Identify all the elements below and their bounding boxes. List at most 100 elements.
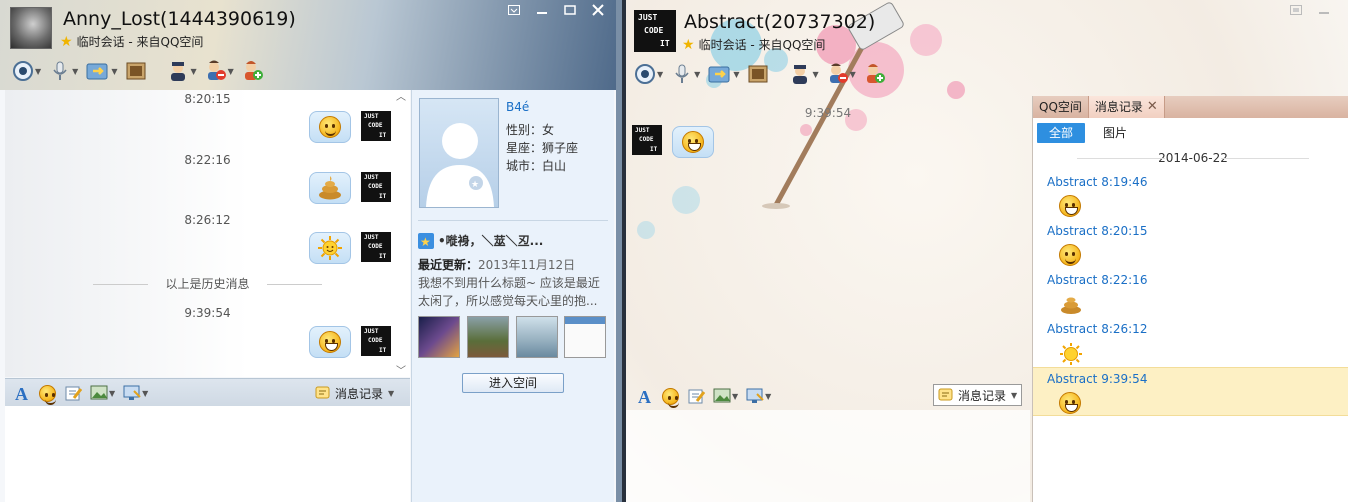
update-line: 最近更新：2013年11月12日 <box>418 256 575 273</box>
screen-frame-button[interactable] <box>123 57 149 85</box>
maximize-button[interactable] <box>556 0 584 20</box>
skin-icon[interactable] <box>1282 0 1310 20</box>
photo-thumbnail[interactable] <box>516 316 558 358</box>
sender-logo[interactable]: JUST CODE IT <box>361 172 391 202</box>
message-record-button[interactable]: 消息记录 ▼ <box>933 384 1023 406</box>
minimize-button[interactable] <box>1310 0 1338 20</box>
screenshot-button[interactable]: ▼ <box>744 382 773 410</box>
history-sender[interactable]: Abstract 8:26:12 <box>1047 322 1147 336</box>
contact-button[interactable]: ▼ <box>165 57 198 85</box>
sender-logo[interactable]: JUST CODE IT <box>361 232 391 262</box>
enter-space-button[interactable]: 进入空间 <box>462 373 564 393</box>
message-input[interactable] <box>5 406 410 502</box>
session-subtitle: ★ 临时会话 - 来自QQ空间 <box>60 33 203 50</box>
message-history-panel: QQ空间 消息记录 ✕ 全部 图片 2014-06-22 Abstract 8:… <box>1032 96 1348 502</box>
filter-all-button[interactable]: 全部 <box>1037 123 1085 143</box>
history-entry[interactable]: Abstract 8:20:15 <box>1033 220 1348 269</box>
video-call-icon <box>13 61 33 81</box>
collapse-down-icon[interactable]: ﹀ <box>396 362 406 377</box>
history-tabs: QQ空间 消息记录 ✕ <box>1033 96 1348 118</box>
message-time: 8:22:16 <box>184 153 231 167</box>
message-record-icon <box>938 388 953 401</box>
tab-qzone[interactable]: QQ空间 <box>1033 96 1088 118</box>
svg-text:A: A <box>638 387 651 405</box>
avatar[interactable] <box>10 7 52 49</box>
chat-history[interactable]: ︿ 8:20:15 JUST CODE IT 8:22:16 JUST CODE IT … <box>5 90 410 377</box>
send-file-button[interactable]: ▼ <box>84 57 119 85</box>
chat-history[interactable]: 9:39:54 JUST CODE IT <box>626 0 1030 380</box>
message-bubble[interactable] <box>309 111 351 143</box>
screen-frame-icon <box>126 62 146 80</box>
message-input[interactable] <box>626 410 1030 502</box>
emoji-icon <box>662 387 679 408</box>
sun-emoji-icon <box>1060 343 1082 365</box>
voice-call-icon <box>53 61 67 80</box>
window-controls <box>500 0 612 20</box>
svg-text:★: ★ <box>420 235 431 249</box>
photo-thumbnail[interactable] <box>418 316 460 358</box>
video-call-button[interactable]: ▼ <box>10 57 43 85</box>
font-button[interactable]: A <box>11 379 33 407</box>
window-header: Anny_Lost(1444390619) ★ 临时会话 - 来自QQ空间 ▼ … <box>0 0 616 90</box>
image-button[interactable]: ▼ <box>711 382 740 410</box>
photo-thumbnail[interactable] <box>467 316 509 358</box>
grin-emoji-icon <box>1059 392 1081 414</box>
profile-city: 城市：白山 <box>506 159 567 173</box>
space-title-text: •嘥裑，＼莁＼丒... <box>438 234 544 248</box>
message-record-button[interactable]: 消息记录 ▼ <box>311 382 398 404</box>
contact-name: Anny_Lost(1444390619) <box>63 8 296 30</box>
image-button[interactable]: ▼ <box>88 379 117 407</box>
sender-logo[interactable]: JUST CODE IT <box>361 111 391 141</box>
chat-window-anny: Anny_Lost(1444390619) ★ 临时会话 - 来自QQ空间 ▼ … <box>0 0 616 502</box>
photo-thumbnail[interactable] <box>564 316 606 358</box>
message-time: 9:39:54 <box>184 306 231 320</box>
history-entry[interactable]: Abstract 8:26:12 <box>1033 318 1348 367</box>
profile-name[interactable]: B4é <box>506 100 529 114</box>
message-record-label: 消息记录 <box>335 386 384 401</box>
emoji-button[interactable] <box>37 379 58 407</box>
voice-call-button[interactable]: ▼ <box>47 57 80 85</box>
update-text[interactable]: 我想不到用什么标题~ 应该是最近太闲了，所以感觉每天心里的抱... <box>418 274 606 310</box>
poop-emoji-icon <box>1061 297 1081 314</box>
note-button[interactable] <box>685 382 707 410</box>
remove-contact-icon <box>207 60 226 80</box>
minimize-button[interactable] <box>528 0 556 20</box>
add-contact-button[interactable] <box>240 57 266 85</box>
svg-text:★: ★ <box>471 180 479 190</box>
sender-logo[interactable]: JUST CODE IT <box>632 125 662 155</box>
profile-gender: 性别：女 <box>506 123 555 137</box>
format-tools: A ▼ ▼ <box>11 379 150 407</box>
font-button[interactable]: A <box>634 382 656 410</box>
history-entry[interactable]: Abstract 8:19:46 <box>1033 171 1348 220</box>
space-title[interactable]: ★ •嘥裑，＼莁＼丒... <box>418 232 543 249</box>
input-toolbar: A ▼ ▼ 消息记录 ▼ <box>5 378 410 406</box>
history-sender[interactable]: Abstract 8:20:15 <box>1047 224 1147 238</box>
history-sender[interactable]: Abstract 8:22:16 <box>1047 273 1147 287</box>
emoji-button[interactable] <box>660 382 681 410</box>
screenshot-icon <box>123 385 141 400</box>
profile-photo[interactable]: ★ <box>419 98 499 208</box>
update-date: 2013年11月12日 <box>478 258 576 272</box>
message-bubble[interactable] <box>672 126 714 158</box>
window-controls <box>1282 0 1338 20</box>
sender-logo[interactable]: JUST CODE IT <box>361 326 391 356</box>
history-entry-selected[interactable]: Abstract 9:39:54 <box>1033 367 1348 416</box>
message-bubble[interactable] <box>309 232 351 264</box>
remove-contact-button[interactable]: ▼ <box>203 57 236 85</box>
qzone-star-icon: ★ <box>418 232 434 249</box>
screenshot-button[interactable]: ▼ <box>121 379 150 407</box>
svg-text:A: A <box>15 384 28 402</box>
message-bubble[interactable] <box>309 326 351 358</box>
message-bubble[interactable] <box>309 172 351 204</box>
close-button[interactable] <box>584 0 612 20</box>
history-entry[interactable]: Abstract 8:22:16 <box>1033 269 1348 318</box>
history-sender[interactable]: Abstract 8:19:46 <box>1047 175 1147 189</box>
screenshot-icon <box>746 388 764 403</box>
close-tab-icon[interactable]: ✕ <box>1147 96 1158 118</box>
filter-images-button[interactable]: 图片 <box>1103 123 1127 143</box>
skin-icon[interactable] <box>500 0 528 20</box>
note-button[interactable] <box>62 379 84 407</box>
tab-message-record[interactable]: 消息记录 ✕ <box>1087 96 1165 118</box>
history-sender[interactable]: Abstract 9:39:54 <box>1047 372 1147 386</box>
tab-message-record-label: 消息记录 <box>1094 100 1143 114</box>
